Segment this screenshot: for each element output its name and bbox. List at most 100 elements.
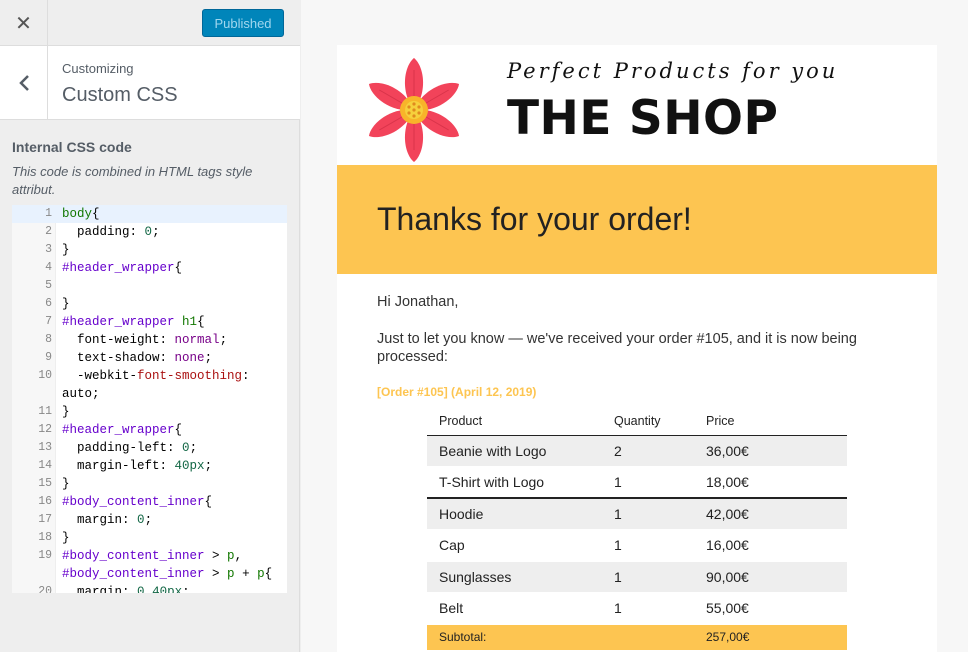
publish-button[interactable]: Published bbox=[202, 9, 284, 37]
code-text: #body_content_inner{ bbox=[62, 495, 213, 509]
line-number: 20 bbox=[38, 585, 52, 593]
product-cell: Belt bbox=[427, 592, 602, 625]
line-number: 12 bbox=[38, 423, 52, 436]
order-heading: [Order #105] (April 12, 2019) bbox=[377, 385, 537, 399]
table-row: Cap 1 16,00€ bbox=[427, 529, 847, 562]
price-cell: 55,00€ bbox=[694, 592, 847, 625]
code-text: } bbox=[62, 477, 70, 491]
quantity-cell: 1 bbox=[602, 466, 694, 499]
code-text: #body_content_inner > p, bbox=[62, 549, 243, 563]
product-cell: Beanie with Logo bbox=[427, 435, 602, 467]
code-text: } bbox=[62, 297, 70, 311]
code-line[interactable]: #body_content_inner > p + p{ bbox=[12, 565, 287, 583]
code-text: margin: 0 40px; bbox=[77, 585, 190, 593]
code-line[interactable]: 18} bbox=[12, 529, 287, 547]
column-header-quantity: Quantity bbox=[602, 407, 694, 436]
price-cell: 90,00€ bbox=[694, 561, 847, 593]
flower-icon bbox=[368, 58, 460, 162]
code-text: body{ bbox=[62, 207, 100, 221]
section-title: Custom CSS bbox=[62, 84, 178, 106]
table-row: Hoodie 1 42,00€ bbox=[427, 497, 847, 530]
price-cell: 16,00€ bbox=[694, 529, 847, 562]
css-code-editor[interactable]: 1 body{2 padding: 0; 3} 4 #header_wrapper{5 6… bbox=[12, 205, 287, 593]
code-line[interactable]: 19 #body_content_inner > p, bbox=[12, 547, 287, 565]
table-row: Beanie with Logo 2 36,00€ bbox=[427, 435, 847, 467]
quantity-cell: 1 bbox=[602, 497, 694, 530]
line-number: 17 bbox=[38, 513, 52, 526]
line-number: 16 bbox=[38, 495, 52, 508]
code-text: } bbox=[62, 243, 70, 257]
code-line[interactable]: 16 #body_content_inner{ bbox=[12, 493, 287, 511]
product-cell: Sunglasses bbox=[427, 561, 602, 593]
breadcrumb: Customizing bbox=[62, 61, 134, 76]
code-text: #header_wrapper{ bbox=[62, 261, 183, 275]
code-line[interactable]: 6} bbox=[12, 295, 287, 313]
code-text: #header_wrapper{ bbox=[62, 423, 183, 437]
code-text: font-weight: normal; bbox=[77, 333, 228, 347]
code-line[interactable]: 8 font-weight: normal; bbox=[12, 331, 287, 349]
subtotal-row: Subtotal: 257,00€ bbox=[427, 624, 847, 650]
chevron-left-icon bbox=[18, 74, 29, 91]
line-number: 3 bbox=[45, 243, 52, 256]
line-number: 5 bbox=[45, 279, 52, 292]
quantity-cell: 1 bbox=[602, 561, 694, 593]
code-text: } bbox=[62, 405, 70, 419]
back-button[interactable] bbox=[0, 46, 48, 119]
code-text: padding-left: 0; bbox=[77, 441, 198, 455]
code-text: padding: 0; bbox=[77, 225, 160, 239]
line-number: 4 bbox=[45, 261, 52, 274]
code-line[interactable]: 20 margin: 0 40px; bbox=[12, 583, 287, 593]
quantity-cell: 1 bbox=[602, 529, 694, 562]
order-table: Product Quantity Price Beanie with Logo … bbox=[427, 407, 847, 650]
code-line[interactable]: 2 padding: 0; bbox=[12, 223, 287, 241]
price-cell: 42,00€ bbox=[694, 497, 847, 530]
code-line[interactable]: 4 #header_wrapper{ bbox=[12, 259, 287, 277]
email-preview: Perfect Products for you THE SHOP Thanks… bbox=[337, 45, 937, 652]
code-text: margin: 0; bbox=[77, 513, 153, 527]
code-text: } bbox=[62, 531, 70, 545]
code-line[interactable]: 10 -webkit-font-smoothing: bbox=[12, 367, 287, 385]
column-header-product: Product bbox=[427, 407, 602, 436]
line-number: 15 bbox=[38, 477, 52, 490]
code-line[interactable]: 11} bbox=[12, 403, 287, 421]
price-cell: 36,00€ bbox=[694, 435, 847, 467]
code-line[interactable]: 9 text-shadow: none; bbox=[12, 349, 287, 367]
product-cell: Cap bbox=[427, 529, 602, 562]
code-line[interactable]: 17 margin: 0; bbox=[12, 511, 287, 529]
line-number: 18 bbox=[38, 531, 52, 544]
line-number bbox=[12, 385, 56, 403]
code-text: text-shadow: none; bbox=[77, 351, 213, 365]
shop-title: THE SHOP bbox=[507, 91, 779, 146]
column-header-price: Price bbox=[694, 407, 847, 436]
email-greeting: Hi Jonathan, bbox=[377, 294, 459, 310]
subtotal-label: Subtotal: bbox=[427, 624, 694, 650]
code-line[interactable]: auto; bbox=[12, 385, 287, 403]
quantity-cell: 1 bbox=[602, 592, 694, 625]
line-number bbox=[12, 565, 56, 583]
code-line[interactable]: 1 body{ bbox=[12, 205, 287, 223]
close-icon[interactable]: ✕ bbox=[0, 0, 48, 46]
line-number: 14 bbox=[38, 459, 52, 472]
quantity-cell: 2 bbox=[602, 435, 694, 467]
code-line[interactable]: 13 padding-left: 0; bbox=[12, 439, 287, 457]
subtotal-value: 257,00€ bbox=[694, 624, 847, 650]
code-line[interactable]: 14 margin-left: 40px; bbox=[12, 457, 287, 475]
line-number: 11 bbox=[38, 405, 52, 418]
shop-tagline: Perfect Products for you bbox=[507, 59, 839, 83]
code-text: -webkit-font-smoothing: bbox=[62, 369, 250, 383]
code-line[interactable]: 15} bbox=[12, 475, 287, 493]
css-field-description: This code is combined in HTML tags style… bbox=[12, 164, 253, 197]
code-text: margin-left: 40px; bbox=[77, 459, 213, 473]
css-field-label: Internal CSS code bbox=[12, 139, 132, 155]
order-banner: Thanks for your order! bbox=[337, 165, 937, 274]
code-line[interactable]: 5 bbox=[12, 277, 287, 295]
code-line[interactable]: 12 #header_wrapper{ bbox=[12, 421, 287, 439]
price-cell: 18,00€ bbox=[694, 466, 847, 499]
line-number: 9 bbox=[45, 351, 52, 364]
code-line[interactable]: 7 #header_wrapper h1{ bbox=[12, 313, 287, 331]
code-text: #header_wrapper h1{ bbox=[62, 315, 205, 329]
product-cell: T-Shirt with Logo bbox=[427, 466, 602, 499]
code-line[interactable]: 3} bbox=[12, 241, 287, 259]
code-text: auto; bbox=[62, 387, 100, 401]
